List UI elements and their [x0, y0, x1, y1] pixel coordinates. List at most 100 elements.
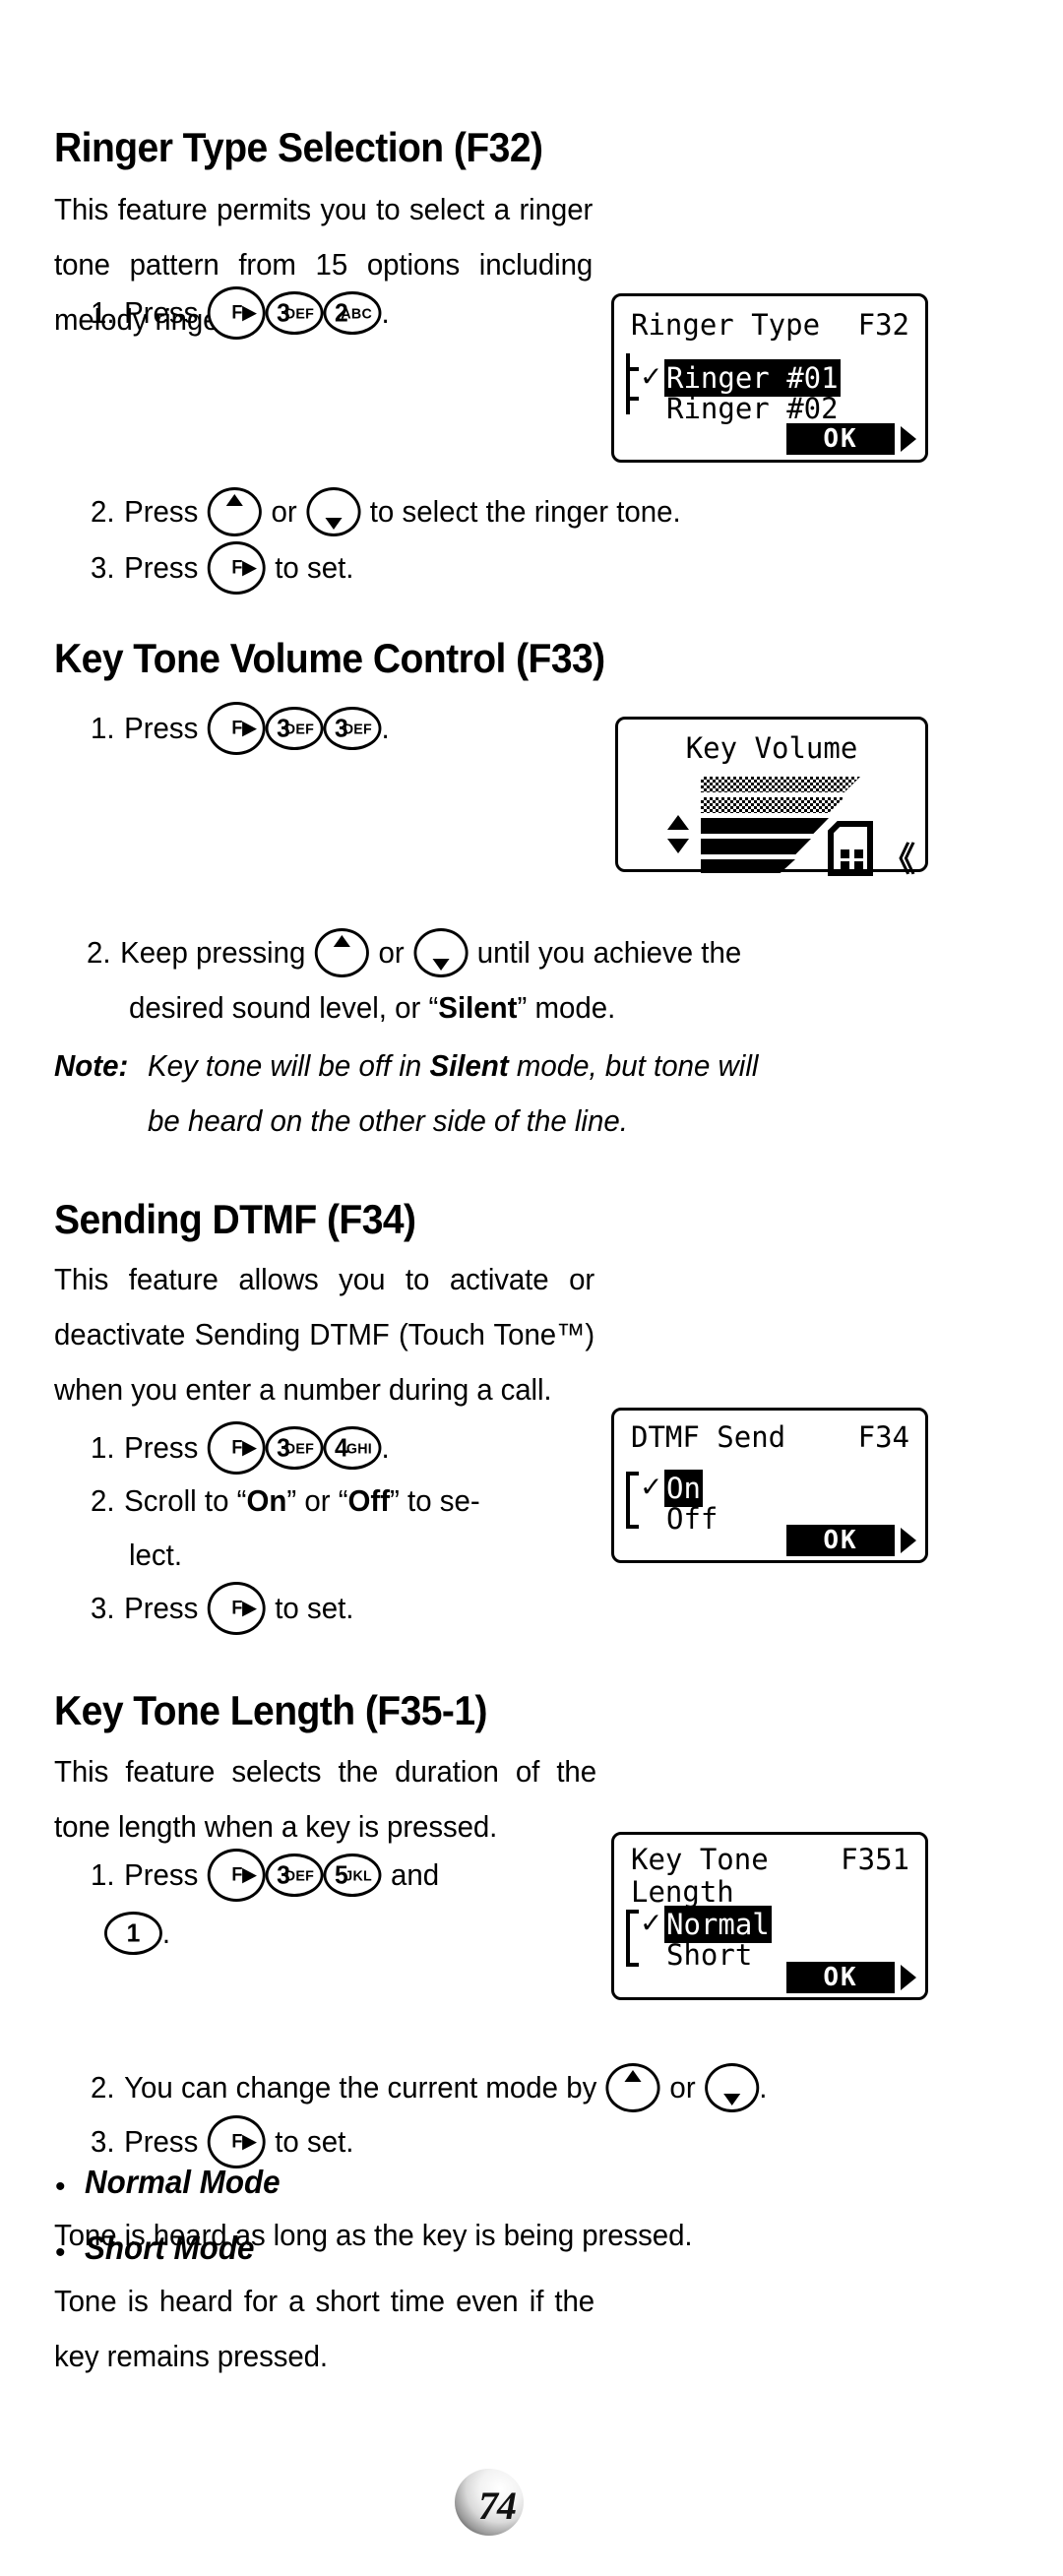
- key-3-letters: DEF: [284, 1867, 315, 1885]
- up-arrow-key[interactable]: [314, 928, 369, 977]
- key-2[interactable]: 2 ABC: [323, 291, 382, 335]
- step-dtmf-2: 2. Scroll to “On” or “Off” to se-: [91, 1474, 480, 1529]
- key-3[interactable]: 3 DEF: [265, 291, 324, 335]
- key-5[interactable]: 5 JKL: [323, 1853, 382, 1897]
- step-text: Scroll to “: [124, 1483, 247, 1518]
- right-arrow-icon: ▶: [242, 1864, 257, 1886]
- scrollbar[interactable]: [626, 1910, 630, 1967]
- step-text-tail: to set.: [275, 2124, 354, 2159]
- key-3-letters: DEF: [284, 721, 315, 738]
- down-arrow-key[interactable]: [413, 928, 469, 977]
- f-key[interactable]: F▶: [207, 702, 266, 755]
- scroll-tick: [626, 1472, 639, 1476]
- step-conjunction: or: [669, 2070, 696, 2105]
- lcd-key-volume: Key Volume 《: [615, 717, 928, 877]
- mode-title-short: Short Mode: [85, 2230, 255, 2266]
- step-number: 2.: [91, 1483, 115, 1518]
- key-4[interactable]: 4 GHI: [323, 1426, 382, 1470]
- key-5-letters: JKL: [344, 1867, 373, 1885]
- scrollbar[interactable]: [626, 353, 630, 414]
- step-length-3: 3. Press F▶ to set.: [91, 2114, 353, 2169]
- scroll-tick: [626, 1963, 639, 1967]
- key-3[interactable]: 3 DEF: [323, 707, 382, 750]
- page-number: 74: [478, 2483, 517, 2528]
- lcd-key-tone-length: Key Tone F351 Length ✓ Normal Short OK: [611, 1832, 928, 2000]
- down-triangle-icon: [723, 2094, 741, 2105]
- f-key[interactable]: F▶: [207, 286, 266, 340]
- volume-bar-3: [701, 818, 829, 834]
- step-text-tail: until you achieve the: [476, 935, 742, 970]
- mode-desc-short: Tone is heard for a short time even if t…: [54, 2284, 595, 2373]
- right-arrow-icon: [901, 426, 916, 452]
- lcd-title: Key Tone: [631, 1843, 769, 1876]
- step-period: .: [161, 1916, 171, 1950]
- lcd-ringer-type: Ringer Type F32 ✓ Ringer #01 Ringer #02 …: [611, 293, 928, 463]
- key-3-letters: DEF: [284, 1440, 315, 1458]
- note-text: Key tone will be off in: [148, 1048, 430, 1083]
- lcd-option[interactable]: Ringer #02: [664, 390, 841, 427]
- lcd-title: Ringer Type: [631, 308, 821, 342]
- volume-bar-4: [701, 797, 844, 813]
- key-1[interactable]: 1: [104, 1912, 162, 1955]
- volume-down-icon[interactable]: [667, 839, 689, 853]
- step-period: .: [381, 711, 390, 745]
- key-3[interactable]: 3 DEF: [265, 1426, 324, 1470]
- step-number: 1.: [91, 711, 115, 745]
- up-arrow-key[interactable]: [207, 487, 262, 536]
- scrollbar[interactable]: [626, 1472, 630, 1529]
- step-conjunction: ” or “: [286, 1483, 348, 1518]
- off-emphasis: Off: [347, 1483, 391, 1518]
- step-ringer-1: 1. Press F▶ 3 DEF 2 ABC .: [91, 285, 390, 341]
- key-1-digit: 1: [126, 1917, 141, 1948]
- right-arrow-icon: ▶: [242, 557, 257, 579]
- step-conjunction: and: [391, 1857, 440, 1892]
- step-text: Press: [124, 1591, 199, 1625]
- step-period: .: [381, 295, 390, 330]
- step-text-tail: ” to se-: [390, 1483, 480, 1518]
- down-arrow-key[interactable]: [705, 2063, 760, 2112]
- right-arrow-icon: ▶: [242, 2131, 257, 2153]
- lcd-feature-code: F351: [841, 1843, 909, 1876]
- step-text-tail: to set.: [275, 1591, 354, 1625]
- step-number: 3.: [91, 2124, 115, 2159]
- step-number: 1.: [91, 295, 115, 330]
- f-key[interactable]: F▶: [207, 1582, 266, 1635]
- silent-emphasis: Silent: [438, 990, 518, 1025]
- down-arrow-key[interactable]: [306, 487, 361, 536]
- ok-button[interactable]: OK: [786, 423, 895, 455]
- lcd-option[interactable]: Short: [664, 1936, 754, 1974]
- step-number: 2.: [91, 494, 115, 529]
- up-arrow-key[interactable]: [605, 2063, 660, 2112]
- lcd-feature-code: F34: [857, 1420, 909, 1454]
- right-arrow-icon: [901, 1965, 916, 1990]
- step-number: 2.: [87, 935, 111, 970]
- step-number: 2.: [91, 2070, 115, 2105]
- ok-button[interactable]: OK: [786, 1962, 895, 1993]
- lcd-title: Key Volume: [685, 731, 858, 765]
- right-arrow-icon: ▶: [242, 302, 257, 324]
- f-key[interactable]: F▶: [207, 1421, 266, 1475]
- note-text-tail: mode, but tone will: [508, 1048, 759, 1083]
- f-key[interactable]: F▶: [207, 541, 266, 595]
- volume-up-icon[interactable]: [667, 815, 689, 830]
- right-arrow-icon: ▶: [242, 1598, 257, 1619]
- f-key-label: F▶: [231, 1598, 257, 1619]
- ok-button[interactable]: OK: [786, 1525, 895, 1556]
- lcd-option[interactable]: Off: [664, 1500, 719, 1538]
- f-key[interactable]: F▶: [207, 2115, 266, 2168]
- volume-bar-2: [701, 839, 811, 854]
- manual-page: Ringer Type Selection (F32) This feature…: [0, 0, 1063, 2576]
- step-text: You can change the current mode by: [124, 2070, 597, 2105]
- step-text: Press: [124, 1430, 199, 1465]
- key-3[interactable]: 3 DEF: [265, 1853, 324, 1897]
- note-line-2: be heard on the other side of the line.: [148, 1103, 628, 1138]
- lcd-dtmf-send: DTMF Send F34 ✓ On Off OK: [611, 1408, 928, 1563]
- section-heading-sending-dtmf: Sending DTMF (F34): [54, 1196, 416, 1242]
- key-4-letters: GHI: [345, 1440, 373, 1458]
- key-3[interactable]: 3 DEF: [265, 707, 324, 750]
- step-period: .: [759, 2070, 768, 2105]
- step-text: Press: [124, 550, 199, 585]
- f-key[interactable]: F▶: [207, 1849, 266, 1902]
- up-triangle-icon: [624, 2070, 642, 2082]
- step-conjunction: or: [271, 494, 297, 529]
